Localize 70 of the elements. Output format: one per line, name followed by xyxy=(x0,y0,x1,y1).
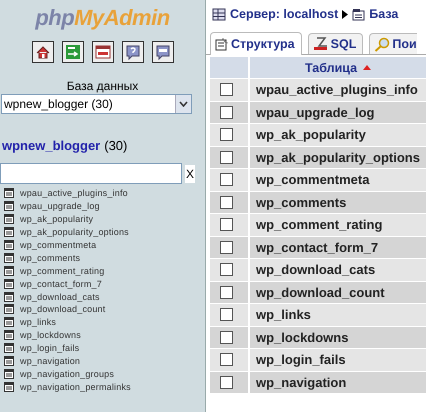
table-icon xyxy=(4,214,14,224)
caret-icon xyxy=(179,101,188,107)
table-link[interactable]: wp_navigation_groups xyxy=(20,368,114,379)
clear-button[interactable]: X xyxy=(185,164,196,182)
sql-icon xyxy=(312,37,329,51)
database-select[interactable]: wpnew_blogger (30) xyxy=(1,94,192,114)
table-link[interactable]: wp_commentmeta xyxy=(20,240,96,250)
table-icon xyxy=(4,382,14,392)
table-link[interactable]: wp_contact_form_7 xyxy=(20,278,102,289)
sql-window-icon[interactable] xyxy=(92,41,114,63)
row-checkbox[interactable] xyxy=(220,353,233,366)
database-link[interactable]: База xyxy=(369,7,398,21)
row-checkbox[interactable] xyxy=(220,286,233,299)
row-checkbox[interactable] xyxy=(220,106,233,119)
table-link[interactable]: wpau_active_plugins_info xyxy=(20,188,128,198)
row-checkbox[interactable] xyxy=(220,240,233,254)
table-icon xyxy=(4,292,14,302)
table-icon xyxy=(4,278,14,289)
exit-icon[interactable] xyxy=(62,41,84,63)
row-checkbox[interactable] xyxy=(220,173,233,186)
tab[interactable]: Пои xyxy=(369,33,417,54)
home-icon[interactable] xyxy=(32,41,54,63)
table-link[interactable]: wp_download_cats xyxy=(20,292,100,302)
table-icon xyxy=(4,356,14,366)
sql-bubble-icon[interactable] xyxy=(152,41,174,63)
table-link[interactable]: wp_login_fails xyxy=(20,343,80,354)
row-checkbox[interactable] xyxy=(220,376,233,389)
table-link[interactable]: wp_ak_popularity_options xyxy=(20,227,129,238)
database-icon xyxy=(352,8,366,20)
server-icon xyxy=(212,8,226,20)
table-link[interactable]: wp_ak_popularity xyxy=(20,214,94,224)
server-link[interactable]: Сервер: localhost xyxy=(230,7,338,21)
table-link[interactable]: wpau_upgrade_log xyxy=(20,201,100,212)
help-icon[interactable] xyxy=(122,41,144,63)
table-link[interactable]: wp_links xyxy=(20,317,56,328)
table-icon xyxy=(4,343,14,354)
table-icon xyxy=(4,227,14,238)
table-icon xyxy=(4,317,14,328)
table-link[interactable]: wp_navigation xyxy=(20,356,80,366)
database-label: База данных xyxy=(66,79,140,93)
row-checkbox[interactable] xyxy=(220,308,233,322)
table-icon xyxy=(4,201,14,212)
tab[interactable]: Структура xyxy=(210,32,302,55)
row-checkbox[interactable] xyxy=(220,128,233,142)
row-checkbox[interactable] xyxy=(220,218,233,232)
table-icon xyxy=(4,266,14,276)
search-icon xyxy=(374,36,390,52)
table-count: (30) xyxy=(104,138,128,153)
table-icon xyxy=(4,368,14,379)
table-icon xyxy=(4,330,14,340)
table-link[interactable]: wp_download_count xyxy=(20,304,106,314)
row-checkbox[interactable] xyxy=(220,196,233,209)
table-icon xyxy=(4,252,14,263)
table-icon xyxy=(4,304,14,314)
row-checkbox[interactable] xyxy=(220,150,233,164)
row-checkbox[interactable] xyxy=(220,263,233,276)
table-icon xyxy=(4,240,14,250)
row-checkbox[interactable] xyxy=(220,83,233,96)
sort-ascending-icon xyxy=(363,65,372,70)
table-link[interactable]: wp_comments xyxy=(20,252,80,263)
row-checkbox[interactable] xyxy=(220,330,233,344)
table-link[interactable]: wp_lockdowns xyxy=(20,330,81,340)
tab[interactable]: SQL xyxy=(308,33,364,54)
database-link[interactable]: wpnew_blogger xyxy=(2,138,100,153)
table-icon xyxy=(4,188,14,198)
table-link[interactable]: wp_comment_rating xyxy=(20,266,104,276)
structure-icon xyxy=(215,37,229,51)
arrow-right-icon xyxy=(342,10,348,18)
filter-field[interactable] xyxy=(0,163,182,184)
table-link[interactable]: wp_navigation_permalinks xyxy=(20,382,131,392)
